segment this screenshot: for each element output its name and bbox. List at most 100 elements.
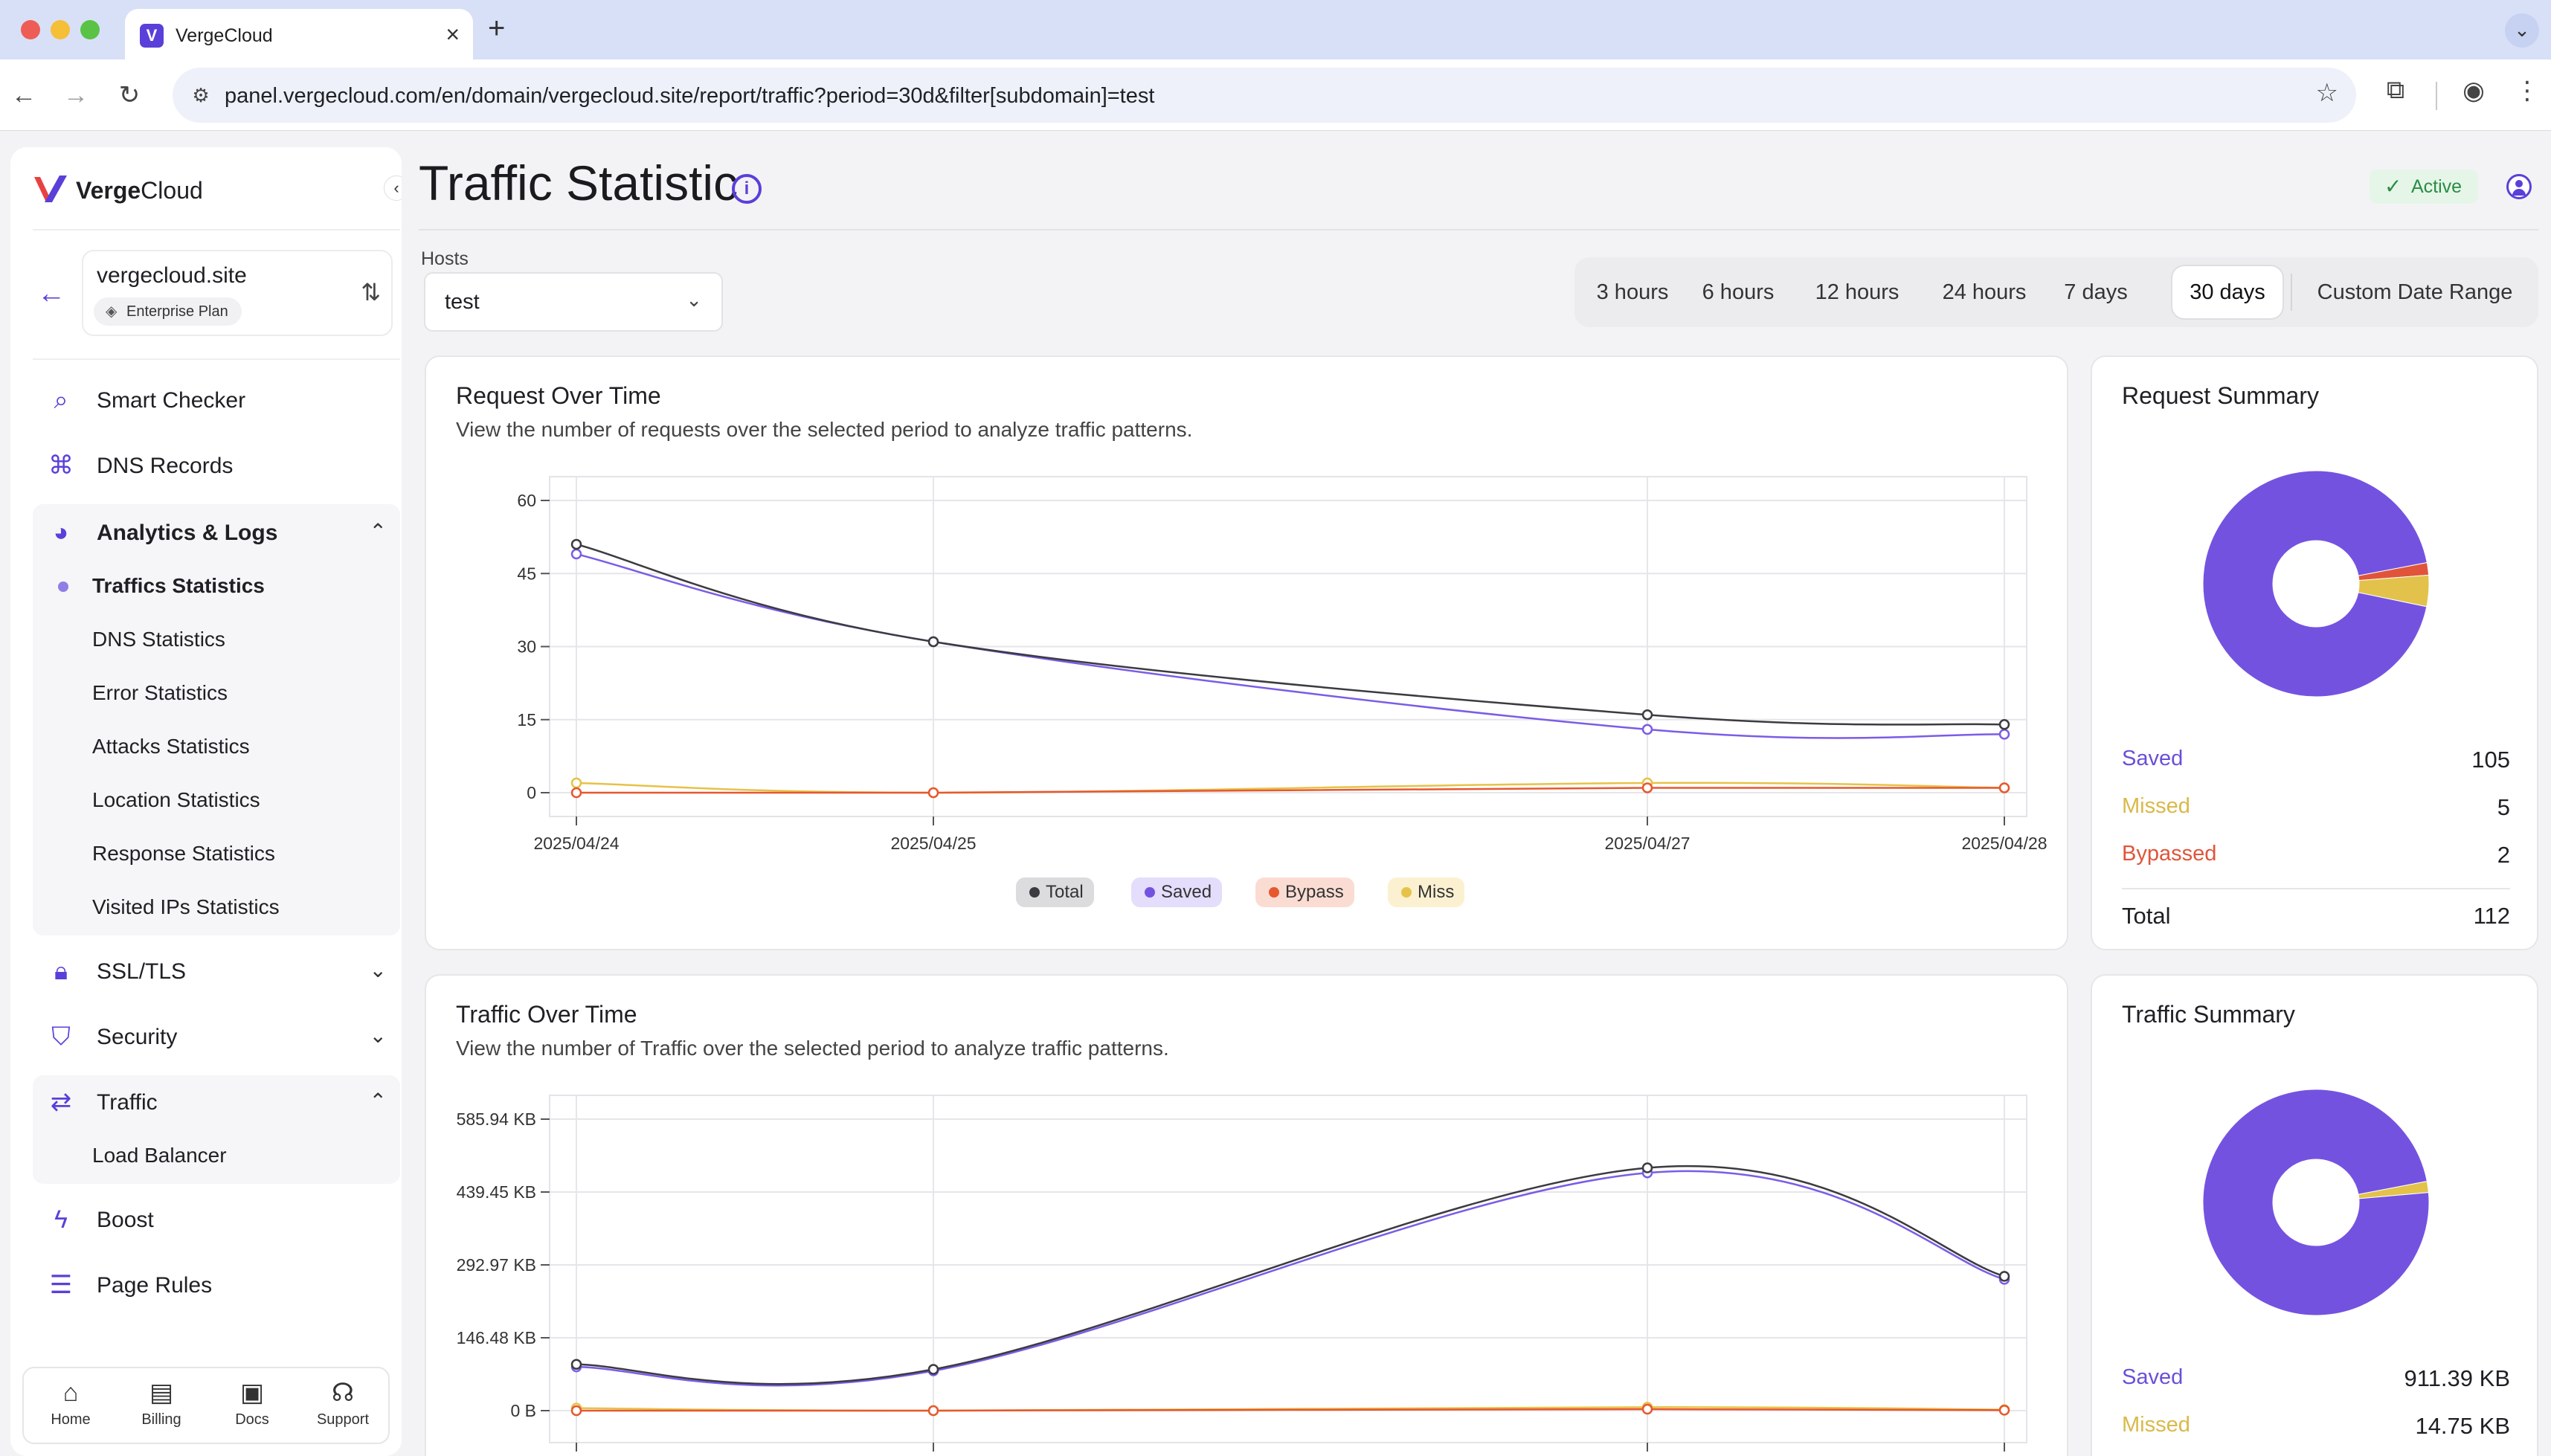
sidebar-subitem-load-balancer[interactable]: Load Balancer	[33, 1127, 400, 1181]
data-point-total[interactable]	[1998, 719, 2010, 730]
range-6-hours[interactable]: 6 hours	[1686, 266, 1790, 318]
data-point-total[interactable]	[1641, 709, 1653, 721]
data-point-total[interactable]	[1641, 1162, 1653, 1173]
sidebar-subitem-location-statistics[interactable]: Location Statistics	[33, 772, 400, 825]
smart-checker-icon: ⌕	[54, 386, 68, 414]
legend-miss[interactable]: Miss	[1388, 877, 1465, 907]
bottom-nav-billing[interactable]: ▤ Billing	[120, 1377, 202, 1437]
tab-search-chevron-icon[interactable]: ⌄	[2505, 13, 2539, 48]
data-point-total[interactable]	[927, 1364, 939, 1375]
address-bar[interactable]: ⚙ panel.vergecloud.com/en/domain/vergecl…	[173, 68, 2356, 123]
summary-value: 112	[2473, 903, 2510, 929]
series-line-saved	[576, 1170, 2005, 1387]
page-rules-icon: ☰	[49, 1271, 73, 1299]
sidebar-item-security[interactable]: ⛉ Security ⌄	[33, 1007, 400, 1065]
data-point-bypass[interactable]	[927, 787, 939, 799]
sidebar-item-analytics-logs[interactable]: ◕ Analytics & Logs ⌃	[33, 503, 400, 561]
sidebar-subitem-label: Error Statistics	[92, 681, 228, 704]
browser-menu-icon[interactable]: ⋮	[2508, 76, 2547, 106]
bottom-nav-docs[interactable]: ▣ Docs	[211, 1377, 293, 1437]
data-point-saved[interactable]	[1998, 729, 2010, 740]
site-settings-icon[interactable]: ⚙	[186, 80, 216, 110]
sidebar-subitem-traffics-statistics[interactable]: Traffics Statistics	[33, 558, 400, 611]
range-custom-date[interactable]: Custom Date Range	[2303, 266, 2526, 318]
back-arrow-icon[interactable]: ←	[6, 77, 42, 113]
chevron-up-icon: ⌃	[369, 520, 387, 543]
window-close-button[interactable]	[21, 20, 40, 39]
domain-name: vergecloud.site	[97, 263, 247, 288]
window-minimize-button[interactable]	[51, 20, 70, 39]
browser-tab-bar: V VergeCloud × + ⌄	[0, 0, 2551, 59]
sidebar-item-dns-records[interactable]: ⌘ DNS Records	[33, 436, 400, 494]
domain-selector[interactable]: vergecloud.site ◈ Enterprise Plan ⇅	[82, 250, 393, 336]
sidebar-item-traffic[interactable]: ⇄ Traffic ⌃	[33, 1072, 400, 1130]
data-point-total[interactable]	[570, 538, 582, 550]
sidebar-item-ssl-tls[interactable]: 🔒︎ SSL/TLS ⌄	[33, 941, 400, 999]
range-24-hours[interactable]: 24 hours	[1924, 266, 2045, 318]
sidebar-subitem-dns-statistics[interactable]: DNS Statistics	[33, 611, 400, 665]
bottom-nav-label: Home	[51, 1411, 91, 1428]
summary-label: Missed	[2122, 794, 2190, 818]
bottom-nav-home[interactable]: ⌂ Home	[30, 1377, 112, 1437]
data-point-bypass[interactable]	[570, 787, 582, 799]
legend-saved[interactable]: Saved	[1131, 877, 1223, 907]
back-arrow-icon[interactable]: ←	[33, 275, 70, 312]
range-7-days[interactable]: 7 days	[2052, 266, 2140, 318]
sidebar-item-page-rules[interactable]: ☰ Page Rules	[33, 1255, 400, 1313]
bottom-nav-support[interactable]: ☊ Support	[302, 1377, 384, 1437]
user-account-icon[interactable]	[2506, 174, 2532, 199]
toolbar-divider	[2436, 82, 2437, 110]
switch-domain-icon[interactable]: ⇅	[361, 278, 381, 306]
y-tick-label: 0 B	[510, 1401, 536, 1420]
lock-icon: 🔒︎	[54, 957, 68, 985]
sidebar-subitem-response-statistics[interactable]: Response Statistics	[33, 825, 400, 879]
browser-tab[interactable]: V VergeCloud ×	[125, 9, 473, 59]
sidebar-subitem-label: Traffics Statistics	[92, 574, 265, 597]
address-url[interactable]: panel.vergecloud.com/en/domain/vergeclou…	[225, 84, 1154, 109]
y-tick-label: 439.45 KB	[457, 1182, 536, 1202]
summary-label: Total	[2122, 903, 2171, 929]
sidebar-item-smart-checker[interactable]: ⌕ Smart Checker	[33, 370, 400, 428]
data-point-bypass[interactable]	[1998, 782, 2010, 793]
browser-toolbar: ← → ↻ ⚙ panel.vergecloud.com/en/domain/v…	[0, 59, 2551, 131]
hosts-select[interactable]: test ⌄	[424, 272, 723, 332]
range-12-hours[interactable]: 12 hours	[1798, 266, 1917, 318]
legend-total[interactable]: Total	[1016, 877, 1094, 907]
data-point-total[interactable]	[570, 1359, 582, 1370]
reload-icon[interactable]: ↻	[112, 77, 147, 113]
home-icon: ⌂	[62, 1379, 79, 1407]
hosts-selected-value: test	[445, 290, 480, 314]
sidebar: VergeCloud ‹ ← vergecloud.site ◈ Enterpr…	[10, 147, 402, 1456]
bookmark-star-icon[interactable]: ☆	[2316, 78, 2338, 108]
data-point-bypass[interactable]	[1641, 782, 1653, 793]
range-3-hours[interactable]: 3 hours	[1585, 266, 1680, 318]
sidebar-subitem-error-statistics[interactable]: Error Statistics	[33, 665, 400, 718]
chevron-down-icon: ⌄	[369, 959, 387, 982]
sidebar-item-boost[interactable]: ϟ Boost	[33, 1190, 400, 1248]
traffic-over-time-chart: 0 B 146.48 KB 292.97 KB 439.45 KB 585.94 KB	[457, 1095, 2027, 1452]
data-point-saved[interactable]	[1641, 724, 1653, 735]
data-point-total[interactable]	[1998, 1271, 2010, 1282]
sidebar-subitem-visited-ips-statistics[interactable]: Visited IPs Statistics	[33, 879, 400, 932]
extensions-puzzle-icon[interactable]: ⧉	[2376, 76, 2415, 105]
info-icon[interactable]: i	[732, 174, 762, 204]
data-point-saved[interactable]	[570, 548, 582, 560]
data-point-total[interactable]	[927, 636, 939, 648]
data-point-miss[interactable]	[570, 777, 582, 789]
tab-close-icon[interactable]: ×	[445, 21, 460, 48]
data-point-bypass[interactable]	[1998, 1405, 2010, 1416]
y-tick-label: 60	[517, 491, 536, 510]
new-tab-icon[interactable]: +	[488, 12, 505, 45]
sidebar-item-label: SSL/TLS	[97, 959, 187, 984]
range-30-days[interactable]: 30 days	[2172, 266, 2283, 318]
profile-icon[interactable]: ◉	[2454, 76, 2493, 106]
legend-bypass[interactable]: Bypass	[1255, 877, 1354, 907]
pie-slice-saved[interactable]	[2202, 1089, 2430, 1316]
sidebar-collapse-chevron-icon[interactable]: ‹	[384, 175, 402, 201]
data-point-bypass[interactable]	[570, 1405, 582, 1417]
forward-arrow-icon[interactable]: →	[58, 77, 94, 113]
sidebar-subitem-attacks-statistics[interactable]: Attacks Statistics	[33, 718, 400, 772]
data-point-bypass[interactable]	[1641, 1403, 1653, 1415]
window-zoom-button[interactable]	[80, 20, 100, 39]
data-point-bypass[interactable]	[927, 1405, 939, 1417]
